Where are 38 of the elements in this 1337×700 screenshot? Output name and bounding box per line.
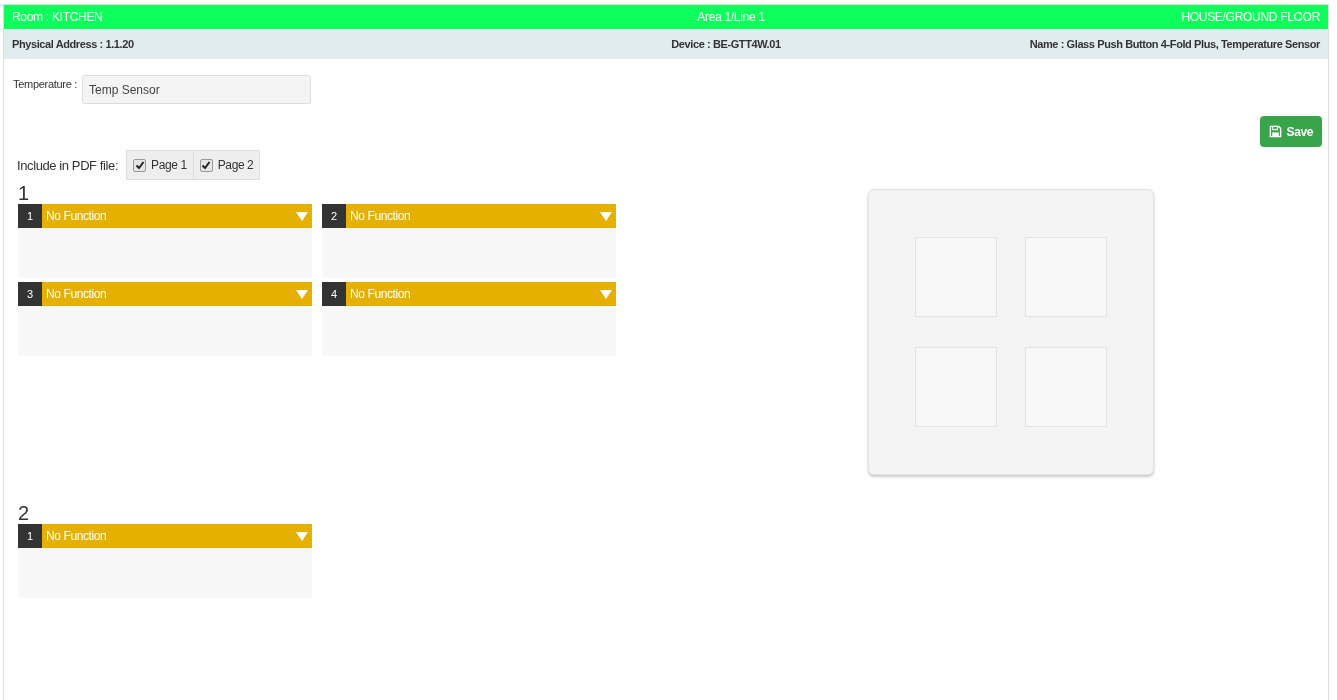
caret-icon: [296, 211, 308, 221]
caret-icon: [296, 289, 308, 299]
field-label: Temperature :: [13, 78, 77, 90]
checkbox-label: Page 2: [217, 158, 254, 172]
function-dropdown[interactable]: 4 No Function: [322, 282, 616, 306]
caret-icon: [296, 531, 308, 541]
page-checkbox[interactable]: Page 1: [127, 151, 194, 179]
location-label: HOUSE/GROUND FLOOR: [1180, 10, 1320, 24]
page-heading: 2: [18, 502, 31, 524]
page-checkbox[interactable]: Page 2: [193, 151, 260, 179]
address-label: Physical Address : 1.1.20: [12, 38, 135, 50]
function-label: No Function: [349, 287, 412, 301]
function-dropdown[interactable]: 2 No Function: [322, 204, 616, 228]
function-label: No Function: [45, 209, 108, 223]
pdf-label: Include in PDF file:: [17, 157, 119, 173]
caret-icon: [600, 211, 612, 221]
room-label: Room : KITCHEN: [12, 10, 104, 24]
function-dropdown[interactable]: 1 No Function: [18, 204, 312, 228]
caret-icon: [600, 289, 612, 299]
device-name-label: Name : Glass Push Button 4-Fold Plus, Temperature Sensor: [1028, 38, 1320, 50]
button-number: 3: [18, 282, 42, 306]
button-number: 4: [322, 282, 346, 306]
button-number: 1: [18, 524, 42, 548]
function-label: No Function: [45, 529, 108, 543]
temperature-field[interactable]: Temp Sensor: [81, 75, 311, 104]
function-label: No Function: [349, 209, 412, 223]
page-heading: 1: [18, 182, 31, 204]
checkbox[interactable]: [133, 158, 147, 172]
function-label: No Function: [45, 287, 108, 301]
function-dropdown[interactable]: 1 No Function: [18, 524, 312, 548]
button-number: 2: [322, 204, 346, 228]
save-icon: [1268, 125, 1282, 138]
function-dropdown[interactable]: 3 No Function: [18, 282, 312, 306]
line-label: Area 1/Line 1: [696, 10, 766, 24]
checkbox[interactable]: [199, 158, 213, 172]
device-label: Device : BE-GTT4W.01: [670, 38, 782, 50]
checkbox-label: Page 1: [151, 158, 187, 172]
button-number: 1: [18, 204, 42, 228]
